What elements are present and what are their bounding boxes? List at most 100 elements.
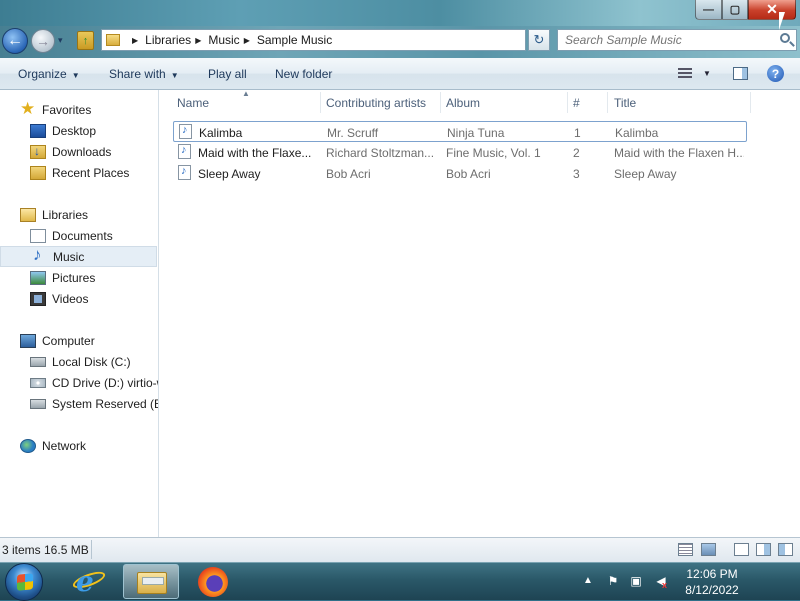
- cd-drive-icon: [30, 377, 46, 388]
- title-bar[interactable]: — ▢ ✕: [0, 0, 800, 26]
- sidebar-item-label: CD Drive (D:) virtio-w: [52, 375, 159, 390]
- sidebar-item-system-reserved[interactable]: System Reserved (E:): [0, 393, 158, 414]
- column-header-title[interactable]: Title: [614, 96, 636, 110]
- taskbar-internet-explorer[interactable]: e: [62, 564, 118, 599]
- share-with-button[interactable]: Share with ▼: [109, 67, 179, 81]
- file-name: Sleep Away: [198, 167, 261, 181]
- show-desktop-button[interactable]: [752, 563, 800, 601]
- sidebar-item-desktop[interactable]: Desktop: [0, 120, 158, 141]
- breadcrumb-chevron-icon[interactable]: ▶: [132, 36, 138, 45]
- breadcrumb-chevron-icon[interactable]: ▶: [244, 36, 250, 45]
- search-input[interactable]: [558, 32, 772, 48]
- taskbar-windows-explorer[interactable]: [123, 564, 179, 599]
- file-album: Fine Music, Vol. 1: [446, 146, 541, 160]
- column-divider[interactable]: [440, 92, 441, 113]
- column-header-artists[interactable]: Contributing artists: [326, 96, 426, 110]
- film-icon: [30, 291, 46, 306]
- view-options-dropdown-icon[interactable]: ▼: [703, 69, 711, 78]
- file-track-number: 1: [574, 126, 581, 140]
- change-view-icon[interactable]: [678, 68, 692, 79]
- file-artist: Richard Stoltzman...: [326, 146, 435, 160]
- preview-pane-layout-icon[interactable]: [756, 543, 771, 556]
- play-all-button[interactable]: Play all: [208, 67, 247, 81]
- file-title: Kalimba: [615, 126, 659, 140]
- network-tray-icon[interactable]: ▣: [629, 574, 643, 588]
- sidebar-item-label: Pictures: [52, 270, 96, 285]
- sidebar-item-pictures[interactable]: Pictures: [0, 267, 158, 288]
- column-divider[interactable]: [607, 92, 608, 113]
- preview-pane-icon[interactable]: [733, 67, 748, 80]
- computer-icon: [20, 333, 36, 348]
- maximize-button[interactable]: ▢: [722, 0, 748, 20]
- column-divider[interactable]: [320, 92, 321, 113]
- table-row[interactable]: Kalimba Mr. Scruff Ninja Tuna 1 Kalimba: [173, 121, 747, 142]
- sidebar-item-favorites[interactable]: Favorites: [0, 99, 158, 120]
- column-divider[interactable]: [567, 92, 568, 113]
- organize-button[interactable]: Organize ▼: [18, 67, 80, 81]
- action-center-flag-icon[interactable]: ⚑: [606, 574, 620, 588]
- clock-time[interactable]: 12:06 PM: [676, 567, 748, 581]
- taskbar-firefox[interactable]: [185, 564, 241, 599]
- close-button[interactable]: ✕: [748, 0, 796, 20]
- clock-date[interactable]: 8/12/2022: [676, 583, 748, 597]
- column-header-album[interactable]: Album: [446, 96, 480, 110]
- status-text: 3 items 16.5 MB: [2, 543, 89, 557]
- breadcrumb-sample-music[interactable]: Sample Music: [257, 33, 332, 47]
- search-box[interactable]: [557, 29, 797, 51]
- library-folder-icon: [106, 34, 120, 46]
- hard-disk-icon: [30, 356, 46, 367]
- windows-logo-icon: [17, 573, 33, 591]
- sidebar-item-label: Computer: [42, 333, 95, 348]
- large-icons-view-icon[interactable]: [701, 543, 716, 556]
- file-title: Maid with the Flaxen H...: [614, 146, 744, 160]
- details-pane-layout-icon[interactable]: [778, 543, 793, 556]
- library-up-icon[interactable]: ↑: [77, 31, 94, 50]
- file-album: Bob Acri: [446, 167, 491, 181]
- search-icon[interactable]: [780, 33, 790, 43]
- navigation-pane: Favorites Desktop Downloads Recent Place…: [0, 90, 159, 537]
- sidebar-item-videos[interactable]: Videos: [0, 288, 158, 309]
- sidebar-item-downloads[interactable]: Downloads: [0, 141, 158, 162]
- desktop-icon: [30, 123, 46, 138]
- file-artist: Mr. Scruff: [327, 126, 379, 140]
- minimize-button[interactable]: —: [695, 0, 722, 20]
- table-row[interactable]: Maid with the Flaxe... Richard Stoltzman…: [173, 142, 747, 163]
- column-header-name[interactable]: Name: [177, 96, 209, 110]
- sidebar-item-label: Music: [53, 249, 85, 264]
- column-header-number[interactable]: #: [573, 96, 580, 110]
- sidebar-item-label: Network: [42, 438, 87, 453]
- back-button[interactable]: ←: [2, 28, 28, 54]
- sidebar-item-local-disk[interactable]: Local Disk (C:): [0, 351, 158, 372]
- sidebar-item-network[interactable]: Network: [0, 435, 158, 456]
- forward-button[interactable]: →: [31, 29, 55, 53]
- details-view-icon[interactable]: [678, 543, 693, 556]
- start-button[interactable]: [5, 563, 43, 601]
- breadcrumb-chevron-icon[interactable]: ▶: [195, 36, 201, 45]
- file-title: Sleep Away: [614, 167, 677, 181]
- recent-pages-dropdown[interactable]: ▾: [58, 35, 63, 46]
- column-divider[interactable]: [750, 92, 751, 113]
- firefox-icon: [198, 567, 228, 597]
- sidebar-item-documents[interactable]: Documents: [0, 225, 158, 246]
- status-divider: [91, 540, 92, 559]
- breadcrumb-music[interactable]: Music: [208, 33, 239, 47]
- column-headers: ▲ Name Contributing artists Album # Titl…: [159, 90, 800, 115]
- file-name: Maid with the Flaxe...: [198, 146, 312, 160]
- sidebar-item-computer[interactable]: Computer: [0, 330, 158, 351]
- libraries-icon: [20, 207, 36, 222]
- pane-layout-icon[interactable]: [734, 543, 749, 556]
- sidebar-item-cd-drive[interactable]: CD Drive (D:) virtio-w: [0, 372, 159, 393]
- refresh-button[interactable]: ↻: [528, 29, 550, 51]
- sidebar-item-libraries[interactable]: Libraries: [0, 204, 158, 225]
- sidebar-item-recent-places[interactable]: Recent Places: [0, 162, 158, 183]
- new-folder-button[interactable]: New folder: [275, 67, 332, 81]
- breadcrumb-libraries[interactable]: Libraries: [145, 33, 191, 47]
- music-file-icon: [178, 144, 191, 159]
- show-hidden-icons-button[interactable]: ▲: [583, 575, 593, 586]
- sidebar-item-music[interactable]: Music: [0, 245, 157, 267]
- help-icon[interactable]: ?: [767, 65, 784, 82]
- network-icon: [20, 438, 36, 453]
- address-bar[interactable]: ▶ Libraries ▶ Music ▶ Sample Music ▼: [101, 29, 622, 51]
- recent-places-icon: [30, 165, 46, 180]
- table-row[interactable]: Sleep Away Bob Acri Bob Acri 3 Sleep Awa…: [173, 163, 747, 184]
